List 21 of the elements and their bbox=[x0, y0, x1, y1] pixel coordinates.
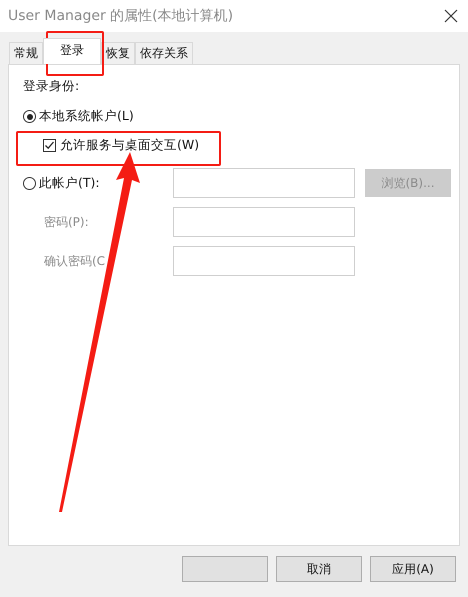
dialog-button[interactable]: 取消 bbox=[276, 556, 362, 582]
password-field[interactable] bbox=[173, 246, 355, 276]
dialog-button[interactable]: 应用(A) bbox=[370, 556, 456, 582]
field-label: 确认密码(C bbox=[43, 252, 106, 270]
checkbox[interactable] bbox=[43, 139, 56, 152]
tab[interactable]: 登录 bbox=[43, 38, 101, 64]
tab[interactable]: 依存关系 bbox=[135, 42, 193, 64]
password-field[interactable] bbox=[173, 207, 355, 237]
section-label: 登录身份: bbox=[23, 78, 80, 95]
window-title: User Manager 的属性(本地计算机) bbox=[8, 7, 234, 25]
field-label: 密码(P): bbox=[43, 214, 90, 230]
tab[interactable]: 常规 bbox=[9, 42, 43, 64]
tab[interactable]: 恢复 bbox=[101, 42, 135, 64]
radio-button[interactable] bbox=[23, 176, 36, 190]
radio-label: 此帐户(T): bbox=[39, 174, 100, 192]
account-field[interactable] bbox=[173, 168, 355, 198]
highlight-frame bbox=[46, 31, 104, 76]
close-icon[interactable] bbox=[444, 9, 458, 23]
radio-label: 本地系统帐户(L) bbox=[39, 108, 134, 125]
radio-button[interactable] bbox=[23, 110, 36, 123]
checkbox-label: 允许服务与桌面交互(W) bbox=[60, 137, 200, 154]
